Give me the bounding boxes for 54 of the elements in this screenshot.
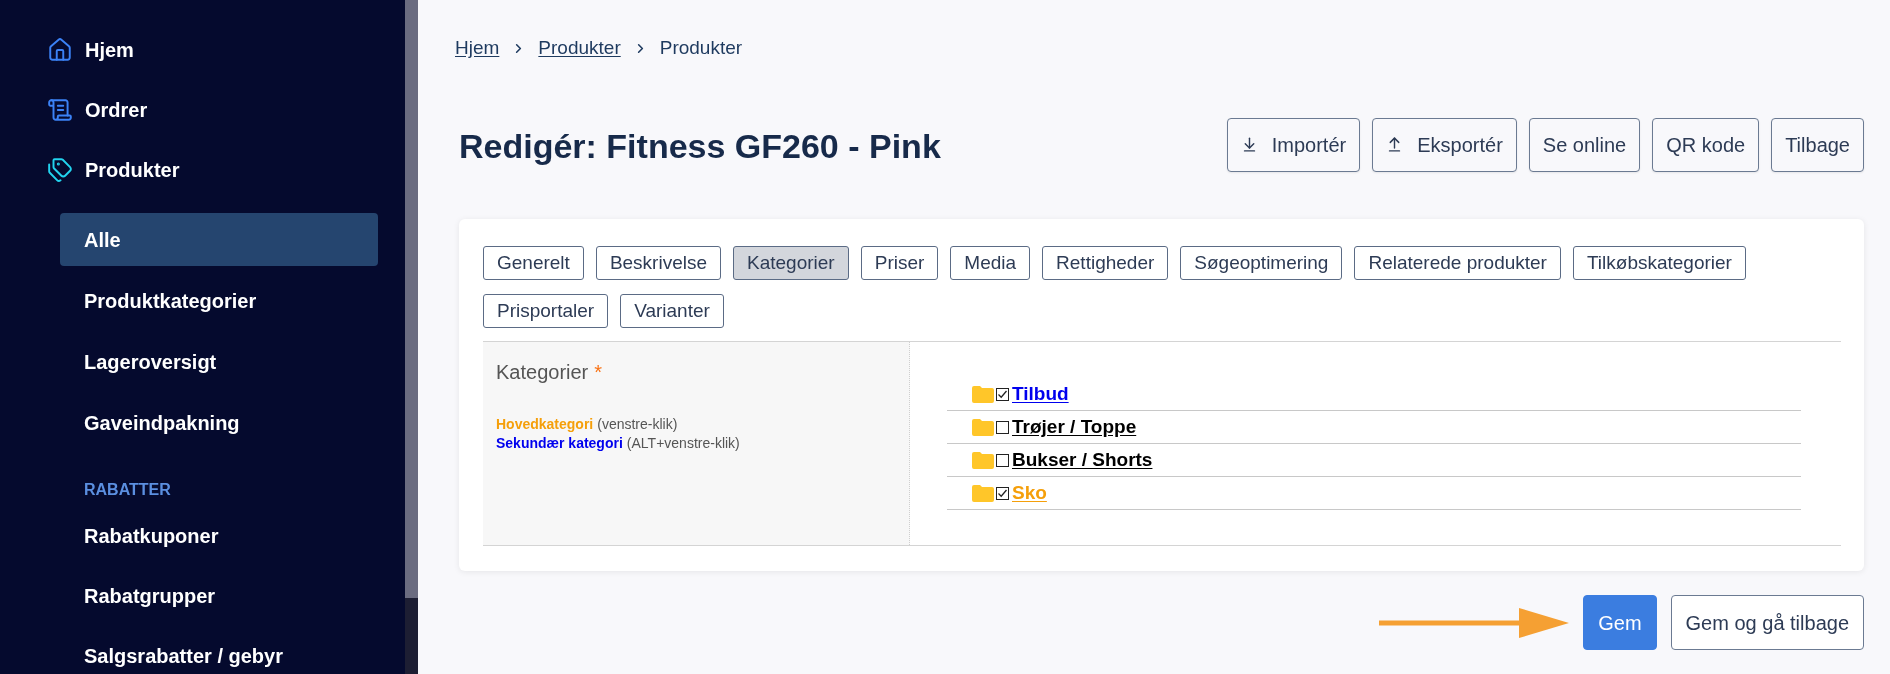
tab[interactable]: Relaterede produkter bbox=[1354, 246, 1561, 280]
legend-term: Hovedkategori bbox=[496, 415, 594, 434]
legend-term: Sekundær kategori bbox=[496, 434, 623, 453]
checkbox-icon[interactable] bbox=[996, 387, 1009, 401]
sidebar-sub-item[interactable]: Alle bbox=[60, 213, 378, 266]
sidebar-nav-item[interactable]: Ordrer bbox=[0, 80, 405, 140]
tab[interactable]: Beskrivelse bbox=[595, 246, 722, 280]
sidebar-sub-item[interactable]: Rabatgrupper bbox=[60, 578, 378, 614]
checkbox-icon[interactable] bbox=[996, 453, 1009, 467]
sidebar-sub-item[interactable]: Produktkategorier bbox=[60, 274, 378, 327]
tab[interactable]: Rettigheder bbox=[1042, 246, 1169, 280]
page-title: Redigér: Fitness GF260 - Pink bbox=[459, 126, 941, 167]
house-icon bbox=[47, 37, 73, 63]
save-button[interactable]: Gem bbox=[1583, 595, 1657, 650]
folder-icon bbox=[972, 385, 994, 403]
tab[interactable]: Prisportaler bbox=[483, 294, 609, 328]
tab[interactable]: Søgeoptimering bbox=[1180, 246, 1343, 280]
tab[interactable]: Tilkøbskategorier bbox=[1572, 246, 1746, 280]
folder-icon bbox=[972, 451, 994, 469]
save-and-back-button[interactable]: Gem og gå tilbage bbox=[1670, 595, 1864, 650]
tab[interactable]: Kategorier bbox=[733, 246, 849, 280]
sidebar-sub-item[interactable]: Salgsrabatter / gebyr bbox=[60, 638, 378, 674]
toolbar-button[interactable]: QR kode bbox=[1652, 117, 1760, 172]
toolbar-button[interactable]: Se online bbox=[1528, 117, 1641, 172]
tab[interactable]: Varianter bbox=[620, 294, 724, 328]
breadcrumb-link[interactable]: Produkter bbox=[538, 33, 621, 63]
category-link[interactable]: Bukser / Shorts bbox=[1012, 445, 1153, 475]
required-mark: * bbox=[594, 360, 603, 385]
right-arrow-icon bbox=[1379, 607, 1570, 638]
document-list-icon bbox=[47, 97, 73, 123]
current-page-text: Produkter bbox=[659, 35, 743, 60]
sidebar-sub-item[interactable]: Gaveindpakning bbox=[60, 396, 378, 449]
checkbox-icon[interactable] bbox=[996, 486, 1009, 500]
legend-note: (venstre-klik) bbox=[597, 415, 678, 434]
category-link[interactable]: Trøjer / Toppe bbox=[1012, 412, 1137, 442]
sidebar-section-heading: RABATTER bbox=[84, 480, 171, 500]
category-link[interactable]: Tilbud bbox=[1012, 379, 1069, 409]
tags-icon bbox=[47, 157, 73, 183]
sidebar-nav-item[interactable]: Produkter bbox=[0, 140, 405, 200]
toolbar-button[interactable]: Importér bbox=[1226, 117, 1361, 172]
tab[interactable]: Generelt bbox=[483, 246, 584, 280]
toolbar-button[interactable]: Eksportér bbox=[1372, 117, 1517, 172]
breadcrumb-link[interactable]: Hjem bbox=[455, 33, 500, 63]
sidebar-sub-item[interactable]: Lageroversigt bbox=[60, 335, 378, 388]
sidebar-sub-item[interactable]: Rabatkuponer bbox=[60, 518, 378, 554]
folder-icon bbox=[972, 418, 994, 436]
field-label: Kategorier bbox=[496, 360, 589, 385]
legend-note: (ALT+venstre-klik) bbox=[626, 434, 740, 453]
tab[interactable]: Priser bbox=[860, 246, 939, 280]
sidebar-nav-item[interactable]: Hjem bbox=[0, 20, 405, 80]
toolbar-button[interactable]: Tilbage bbox=[1771, 117, 1864, 172]
folder-icon bbox=[972, 484, 994, 502]
checkbox-icon[interactable] bbox=[996, 420, 1009, 434]
tab[interactable]: Media bbox=[950, 246, 1031, 280]
